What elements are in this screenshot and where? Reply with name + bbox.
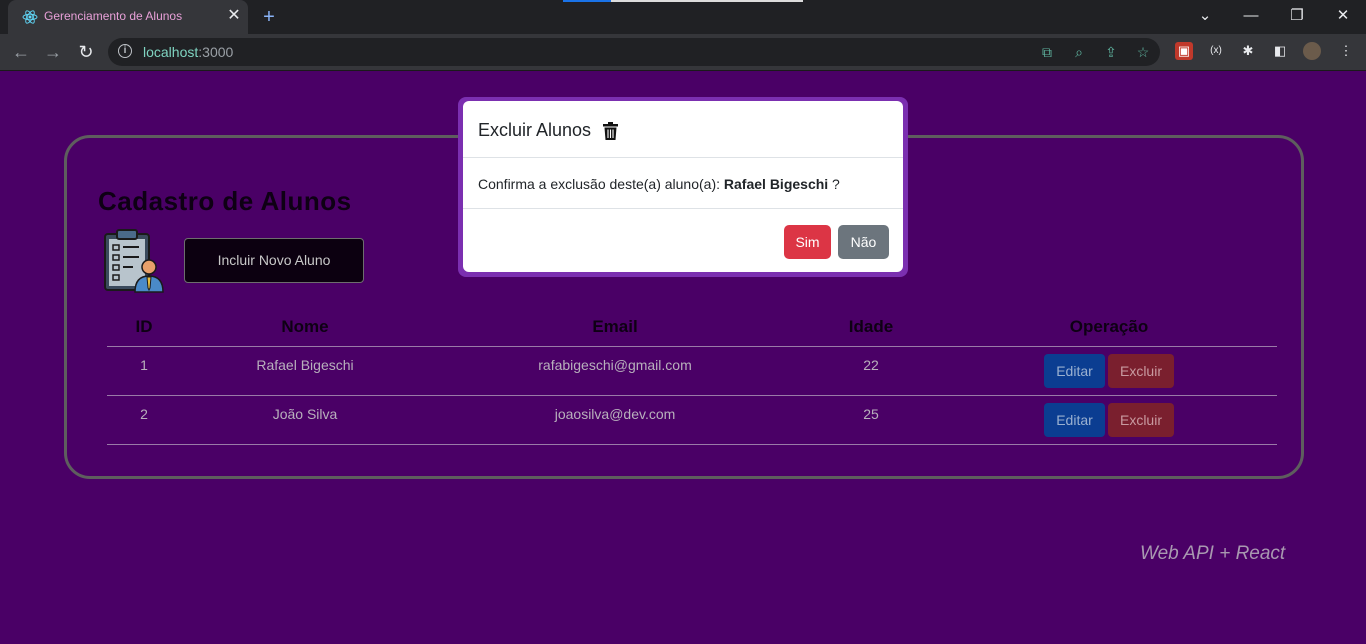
delete-confirm-modal: Excluir Alunos Confirma a exclusão deste…: [463, 101, 903, 272]
cell-operacao: Editar Excluir: [941, 395, 1277, 445]
table-header-row: ID Nome Email Idade Operação: [107, 308, 1277, 347]
modal-title: Excluir Alunos: [478, 120, 592, 140]
delete-button[interactable]: Excluir: [1108, 403, 1174, 437]
column-header-nome: Nome: [181, 308, 429, 347]
browser-tab[interactable]: Gerenciamento de Alunos ✕: [8, 0, 248, 34]
modal-header: Excluir Alunos: [463, 101, 903, 158]
cell-idade: 22: [801, 346, 941, 396]
react-logo-icon: [22, 10, 38, 24]
side-panel-icon[interactable]: ◧: [1271, 42, 1289, 60]
students-table: ID Nome Email Idade Operação 1 Rafael Bi…: [107, 308, 1277, 445]
extension-icon[interactable]: ▣: [1175, 42, 1193, 60]
page-title: Cadastro de Alunos: [98, 186, 352, 216]
cell-operacao: Editar Excluir: [941, 346, 1277, 396]
cell-id: 2: [107, 395, 181, 445]
table-row: 2 João Silva joaosilva@dev.com 25 Editar…: [107, 395, 1277, 445]
browser-toolbar: ← → ↻ i localhost:3000 ⧉ ⌕ ⇪ ☆ ▣ (x) ✱ ◧…: [0, 34, 1366, 71]
back-icon[interactable]: ←: [10, 41, 32, 63]
student-name: Rafael Bigeschi: [723, 176, 829, 192]
confirm-no-button[interactable]: Não: [838, 225, 889, 259]
cell-email: joaosilva@dev.com: [429, 395, 801, 445]
clipboard-user-icon: [104, 229, 164, 293]
chevron-down-icon[interactable]: ⌄: [1194, 6, 1216, 26]
trash-icon: [603, 122, 618, 140]
confirm-yes-button[interactable]: Sim: [784, 225, 831, 259]
minimize-icon[interactable]: —: [1240, 6, 1262, 26]
cell-id: 1: [107, 346, 181, 396]
profile-avatar-icon[interactable]: [1303, 42, 1321, 60]
column-header-idade: Idade: [801, 308, 941, 347]
puzzle-icon[interactable]: ✱: [1239, 42, 1257, 60]
new-tab-icon[interactable]: +: [258, 6, 280, 28]
translate-icon[interactable]: ⧉: [1038, 43, 1056, 61]
close-window-icon[interactable]: ✕: [1332, 6, 1354, 26]
site-info-icon[interactable]: i: [118, 44, 132, 58]
cell-email: rafabigeschi@gmail.com: [429, 346, 801, 396]
tab-title: Gerenciamento de Alunos: [44, 9, 183, 23]
column-header-id: ID: [107, 308, 181, 347]
reload-icon[interactable]: ↻: [75, 41, 97, 63]
modal-footer: Sim Não: [463, 208, 903, 273]
modal-message: Confirma a exclusão deste(a) aluno(a): R…: [478, 176, 840, 192]
add-student-button[interactable]: Incluir Novo Aluno: [184, 238, 364, 283]
top-indicator: [563, 0, 803, 2]
restore-icon[interactable]: ❐: [1286, 6, 1308, 26]
address-bar[interactable]: i localhost:3000 ⧉ ⌕ ⇪ ☆: [108, 38, 1160, 66]
forward-icon[interactable]: →: [42, 41, 64, 63]
close-tab-icon[interactable]: ✕: [224, 6, 244, 26]
table-row: 1 Rafael Bigeschi rafabigeschi@gmail.com…: [107, 346, 1277, 396]
column-header-email: Email: [429, 308, 801, 347]
column-header-operacao: Operação: [941, 308, 1277, 347]
extension-variable-icon[interactable]: (x): [1207, 42, 1225, 60]
share-icon[interactable]: ⇪: [1102, 43, 1120, 61]
bookmark-star-icon[interactable]: ☆: [1134, 43, 1152, 61]
delete-button[interactable]: Excluir: [1108, 354, 1174, 388]
zoom-icon[interactable]: ⌕: [1070, 43, 1088, 61]
edit-button[interactable]: Editar: [1044, 403, 1105, 437]
cell-nome: João Silva: [181, 395, 429, 445]
url-text[interactable]: localhost:3000: [143, 44, 233, 60]
footer-text: Web API + React: [1140, 543, 1286, 564]
edit-button[interactable]: Editar: [1044, 354, 1105, 388]
cell-idade: 25: [801, 395, 941, 445]
cell-nome: Rafael Bigeschi: [181, 346, 429, 396]
browser-tab-bar: Gerenciamento de Alunos ✕ + ⌄ — ❐ ✕: [0, 0, 1366, 34]
menu-kebab-icon[interactable]: ⋮: [1337, 42, 1355, 60]
